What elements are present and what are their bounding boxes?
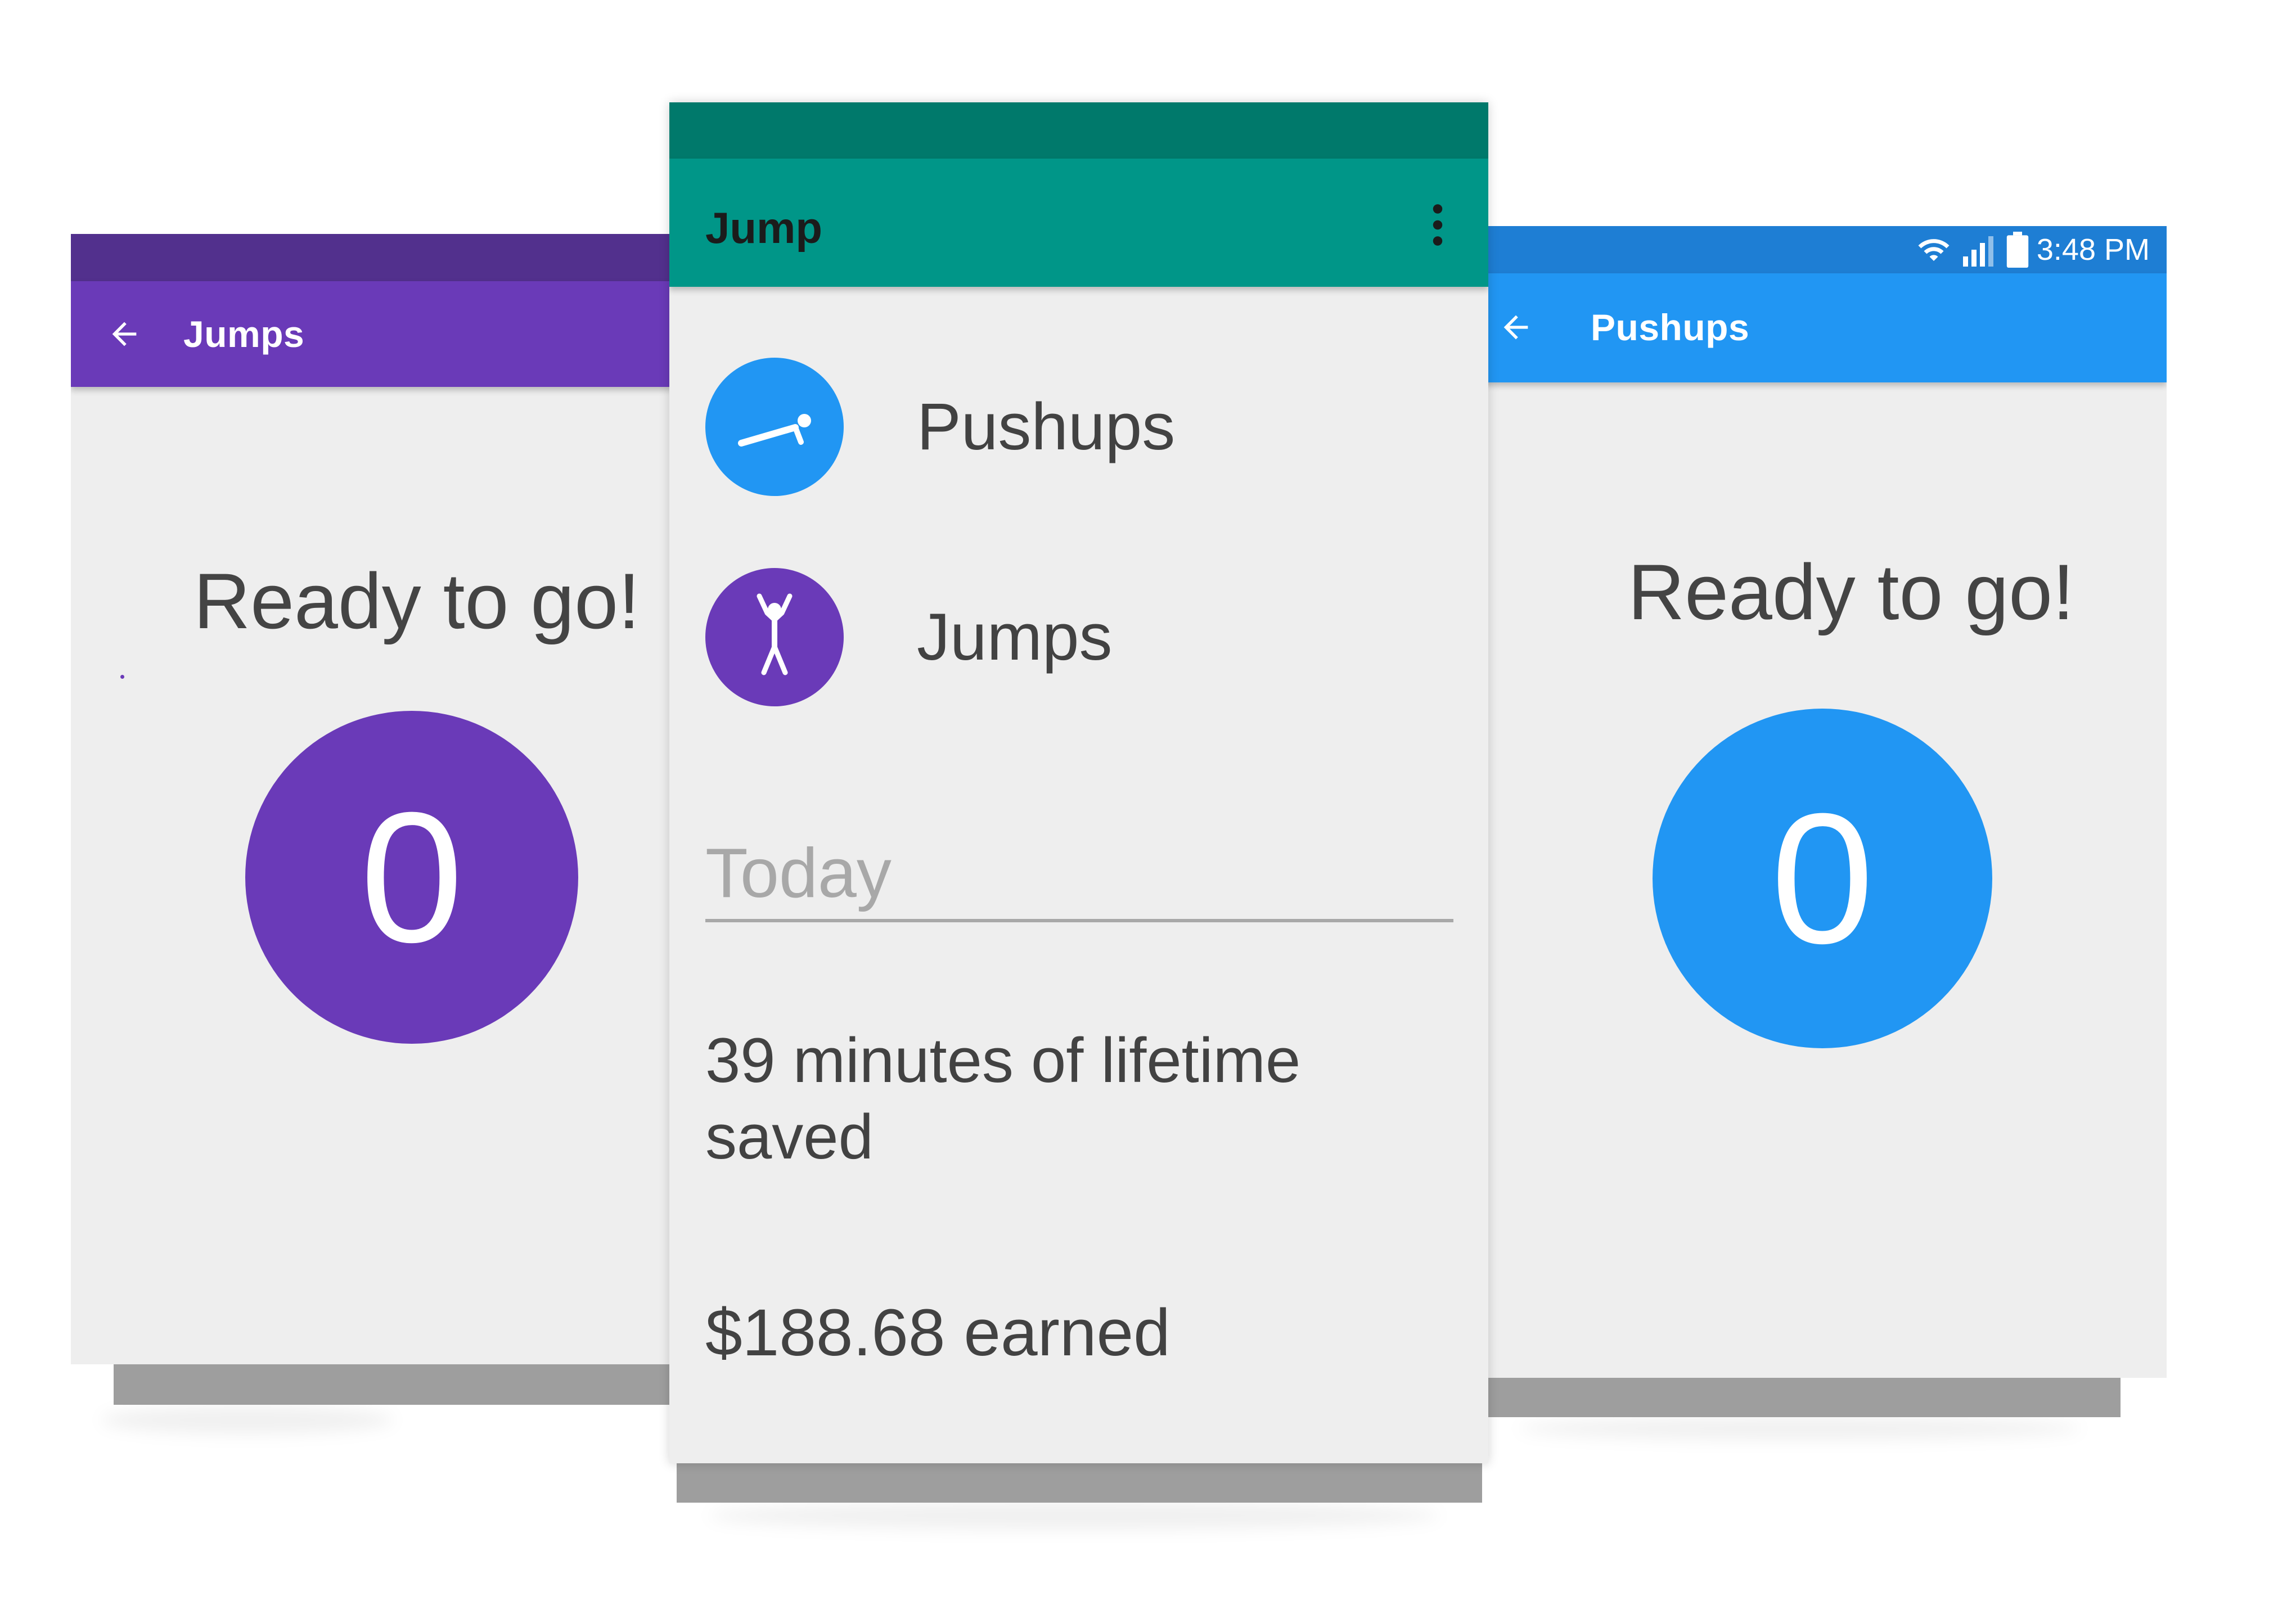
signal-icon [1962,236,1993,267]
pushups-screen: 3:48 PM Pushups Ready to go! 0 [1440,226,2167,1378]
status-icons: 3:48 PM [1914,232,2150,268]
app-bar: Pushups [1440,273,2167,382]
right-ambient-shadow [1519,1417,2081,1440]
left-screen-shadow [114,1361,676,1405]
exercise-avatar [705,568,844,706]
left-ambient-shadow [101,1406,394,1434]
exercise-label: Jumps [917,600,1113,674]
app-bar-title: Pushups [1591,306,1750,348]
arrow-back-icon[interactable] [1496,309,1536,345]
exercise-avatar [705,358,844,496]
rep-counter[interactable]: 0 [245,711,578,1044]
section-divider [705,919,1453,922]
battery-icon [2006,232,2029,268]
main-screen: Jump Pushups Jumps Today 39 minutes of l… [669,102,1488,1463]
exercise-label: Pushups [917,390,1176,464]
status-bar: 3:48 PM [1440,226,2167,273]
more-vert-icon[interactable] [1432,204,1443,246]
status-bar [71,234,673,281]
center-ambient-shadow [709,1502,1440,1530]
jumping-figure-icon [757,593,793,675]
arrow-back-icon[interactable] [105,316,144,352]
center-screen-shadow [677,1460,1482,1503]
app-bar-title: Jump [705,203,823,253]
earned-stat: $188.68 earned [705,1296,1170,1370]
rep-counter[interactable]: 0 [1653,709,1992,1048]
lifetime-saved-stat: 39 minutes of lifetime saved [705,1025,1301,1172]
section-header-today: Today [705,835,892,912]
status-bar [669,102,1488,159]
right-screen-shadow [1462,1372,2121,1417]
app-bar-title: Jumps [183,313,305,355]
exercise-item-jumps[interactable]: Jumps [669,568,1488,709]
exercise-item-pushups[interactable]: Pushups [669,358,1488,498]
wifi-icon [1918,239,1950,261]
ready-message: Ready to go! [193,557,640,645]
app-bar: Jumps [71,281,673,387]
app-bar: Jump [669,159,1488,287]
jumps-screen: Jumps Ready to go! 0 [71,234,673,1364]
status-time: 3:48 PM [2036,233,2150,267]
ready-message: Ready to go! [1628,548,2074,636]
pushup-figure-icon [738,414,811,447]
decorative-dot [120,675,124,679]
